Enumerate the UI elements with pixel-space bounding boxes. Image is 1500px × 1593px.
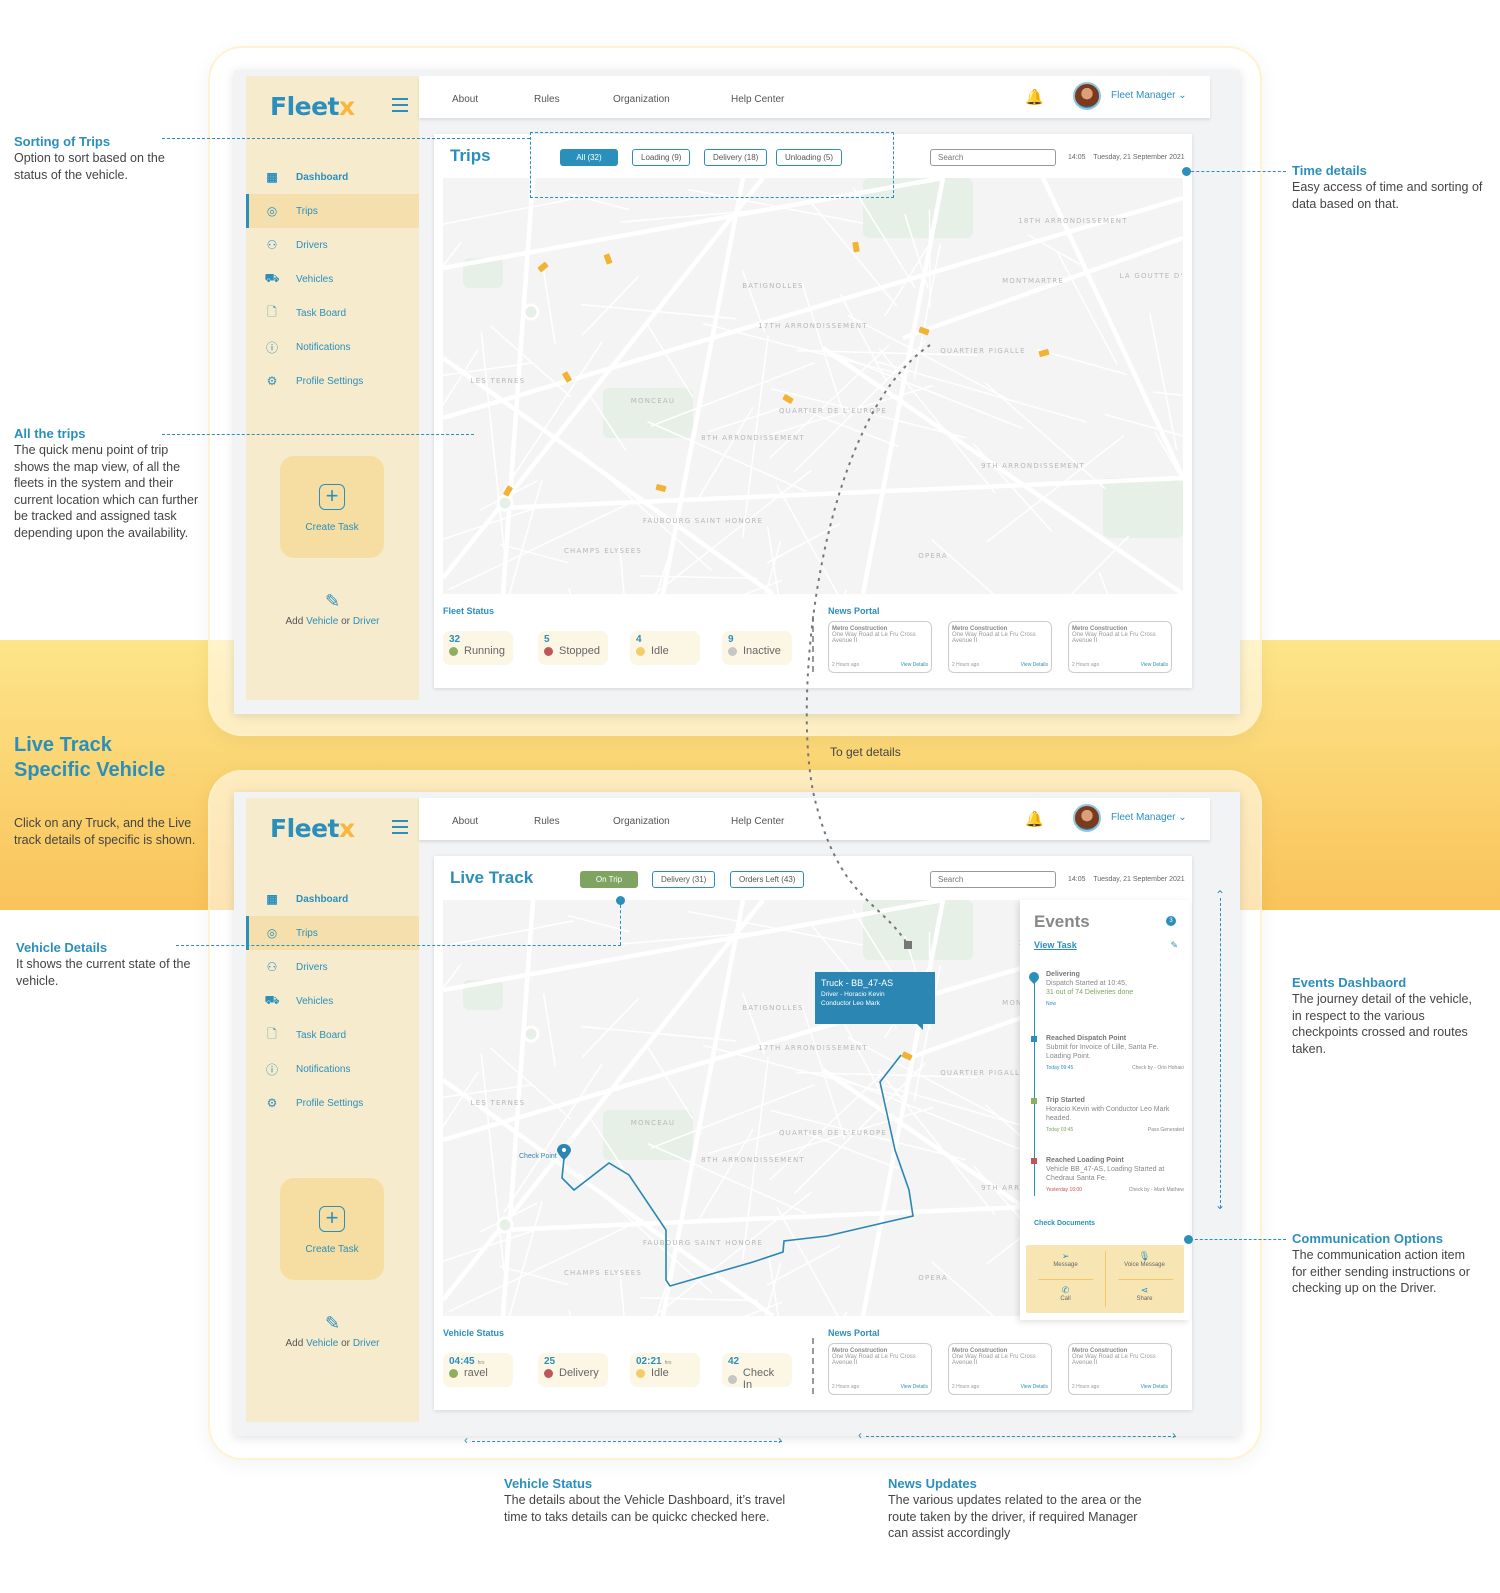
- annotation-body: The journey detail of the vehicle, in re…: [1292, 992, 1472, 1056]
- connector-line: [176, 945, 621, 946]
- annotation-title: Events Dashbaord: [1292, 975, 1407, 990]
- annotation-title: Vehicle Status: [504, 1476, 593, 1491]
- details-connector: [805, 344, 931, 949]
- annotation-title: News Updates: [888, 1476, 977, 1491]
- details-end-marker: [904, 941, 912, 949]
- arrow-right-icon: ›: [1172, 1428, 1176, 1442]
- arrow-up-icon: ⌃: [1215, 888, 1226, 902]
- annotation-body: The details about the Vehicle Dashboard,…: [504, 1493, 786, 1524]
- vehicle-status-range: [472, 1441, 782, 1442]
- annotation-body: It shows the current state of the vehicl…: [16, 957, 191, 988]
- connector-line: [620, 905, 621, 945]
- annotation-communication: Communication Options The communication …: [1292, 1230, 1482, 1297]
- annotation-vehicle-status: Vehicle Status The details about the Veh…: [504, 1475, 804, 1525]
- annotation-title: Vehicle Details: [16, 940, 108, 955]
- arrow-left-icon: ‹: [464, 1433, 468, 1447]
- annotation-body: The various updates related to the area …: [888, 1493, 1142, 1541]
- annotation-title: Communication Options: [1292, 1231, 1443, 1246]
- arrow-right-icon: ›: [778, 1433, 782, 1447]
- arrow-down-icon: ⌄: [1215, 1198, 1226, 1212]
- annotation-events-dashboard: Events Dashbaord The journey detail of t…: [1292, 974, 1482, 1057]
- connector-line: [1220, 898, 1221, 1208]
- news-range: [866, 1436, 1176, 1437]
- connector-dot: [616, 896, 625, 905]
- annotation-body: The communication action item for either…: [1292, 1248, 1470, 1296]
- arrow-left-icon: ‹: [858, 1428, 862, 1442]
- annotation-vehicle-details: Vehicle Details It shows the current sta…: [16, 939, 206, 989]
- connector-line: [1190, 1239, 1286, 1240]
- connector-dot: [1184, 1235, 1193, 1244]
- annotation-news-updates: News Updates The various updates related…: [888, 1475, 1148, 1542]
- details-curve: [805, 344, 931, 946]
